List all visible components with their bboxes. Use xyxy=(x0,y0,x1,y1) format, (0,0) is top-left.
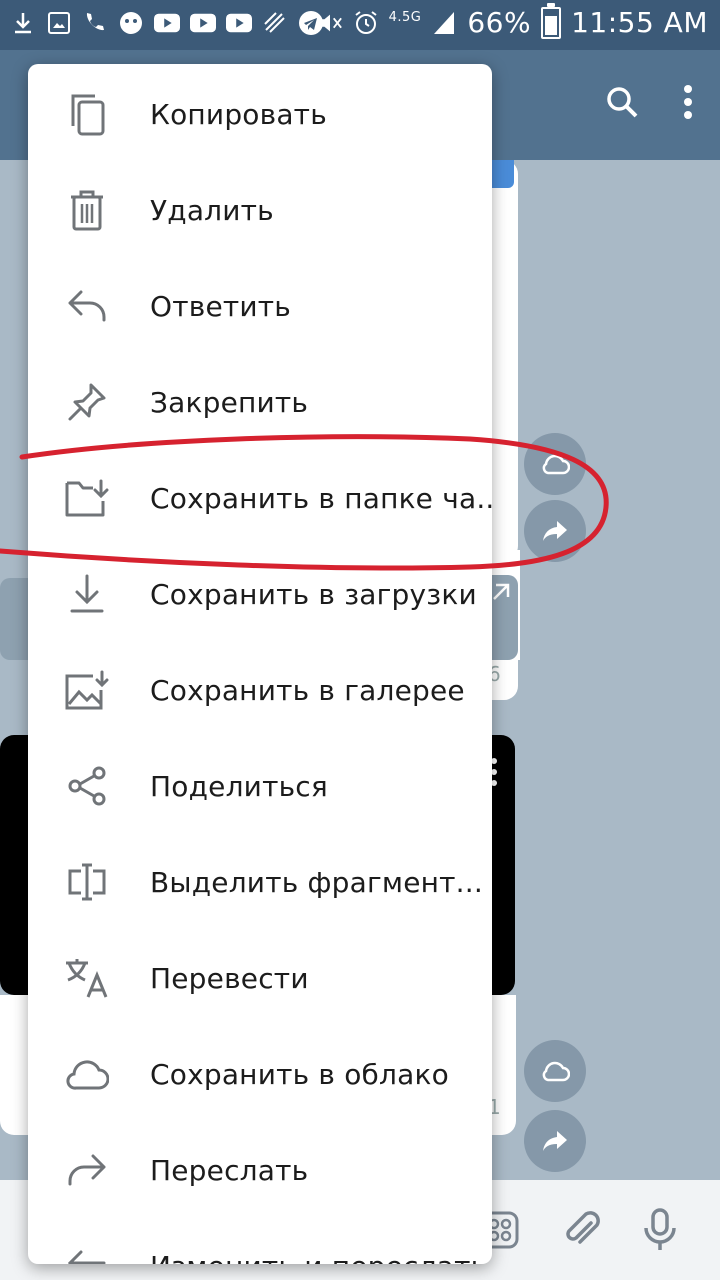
menu-item-translate[interactable]: Перевести xyxy=(28,930,492,1026)
save-cloud-button[interactable] xyxy=(524,1040,586,1102)
menu-item-label: Ответить xyxy=(150,289,291,323)
more-vertical-icon xyxy=(684,85,692,119)
menu-item-save-to-gallery[interactable]: Сохранить в галерее xyxy=(28,642,492,738)
shield-app-icon xyxy=(118,10,144,36)
image-notification-icon xyxy=(46,10,72,36)
menu-item-label: Удалить xyxy=(150,193,274,227)
pin-icon xyxy=(64,379,110,425)
microphone-icon xyxy=(644,1208,676,1250)
menu-item-label: Выделить фрагмент... xyxy=(150,865,483,899)
network-type: 4.5G xyxy=(388,10,422,25)
speed-icon xyxy=(262,10,288,36)
menu-item-label: Изменить и переслать xyxy=(150,1250,487,1265)
menu-item-delete[interactable]: Удалить xyxy=(28,162,492,258)
search-icon xyxy=(607,87,638,118)
message-bubble-edge xyxy=(0,995,28,1135)
video-message-edge xyxy=(0,735,28,995)
trash-icon xyxy=(64,187,110,233)
menu-item-reply[interactable]: Ответить xyxy=(28,258,492,354)
image-thumbnail xyxy=(490,160,514,188)
youtube-icon xyxy=(154,10,180,36)
voice-record-button[interactable] xyxy=(636,1206,684,1254)
alarm-icon xyxy=(353,10,379,36)
forward-arrow-icon xyxy=(543,1131,567,1151)
menu-item-label: Сохранить в загрузки xyxy=(150,577,477,611)
menu-item-share[interactable]: Поделиться xyxy=(28,738,492,834)
more-options-button[interactable] xyxy=(664,78,712,126)
menu-item-save-to-chat-folder[interactable]: Сохранить в папке ча... xyxy=(28,450,492,546)
cloud-icon xyxy=(542,454,570,475)
battery-percent: 66% xyxy=(467,6,532,39)
folder-download-icon xyxy=(64,475,110,521)
edit-forward-icon xyxy=(64,1243,110,1264)
menu-item-label: Сохранить в папке ча... xyxy=(150,481,492,515)
text-select-icon xyxy=(64,859,110,905)
save-cloud-button[interactable] xyxy=(524,433,586,495)
menu-item-label: Перевести xyxy=(150,961,309,995)
menu-item-label: Закрепить xyxy=(150,385,309,419)
forward-arrow-icon xyxy=(543,521,567,541)
paperclip-icon xyxy=(566,1211,600,1244)
download-icon xyxy=(64,571,110,617)
reply-icon xyxy=(64,283,110,329)
attach-button[interactable] xyxy=(558,1206,606,1254)
copy-icon xyxy=(64,91,110,137)
mute-icon xyxy=(317,10,343,36)
gallery-download-icon xyxy=(64,667,110,713)
translate-icon xyxy=(64,955,110,1001)
menu-item-save-to-downloads[interactable]: Сохранить в загрузки xyxy=(28,546,492,642)
wifi-call-icon xyxy=(82,10,108,36)
search-button[interactable] xyxy=(598,78,646,126)
youtube-icon xyxy=(226,10,252,36)
download-notification-icon xyxy=(10,10,36,36)
expand-icon xyxy=(493,583,510,600)
cloud-icon xyxy=(64,1051,110,1097)
menu-item-label: Поделиться xyxy=(150,769,328,803)
notification-icons xyxy=(10,10,324,36)
message-context-menu: Копировать Удалить Ответить Закрепить Со… xyxy=(28,64,492,1264)
system-indicators: 4.5G 66% 11:55 AM xyxy=(317,2,708,39)
menu-item-copy[interactable]: Копировать xyxy=(28,66,492,162)
signal-icon xyxy=(431,10,457,36)
menu-item-label: Переслать xyxy=(150,1153,309,1187)
battery-icon xyxy=(541,2,562,39)
media-message-edge xyxy=(0,578,28,660)
menu-item-select-text[interactable]: Выделить фрагмент... xyxy=(28,834,492,930)
share-forward-button[interactable] xyxy=(524,1110,586,1172)
youtube-icon xyxy=(190,10,216,36)
status-time: 11:55 AM xyxy=(571,6,708,39)
menu-item-edit-and-forward[interactable]: Изменить и переслать xyxy=(28,1218,492,1264)
menu-item-label: Сохранить в облако xyxy=(150,1057,449,1091)
share-icon xyxy=(64,763,110,809)
forward-icon xyxy=(64,1147,110,1193)
menu-item-label: Сохранить в галерее xyxy=(150,673,465,707)
cloud-icon xyxy=(542,1061,570,1082)
menu-item-save-to-cloud[interactable]: Сохранить в облако xyxy=(28,1026,492,1122)
menu-item-forward[interactable]: Переслать xyxy=(28,1122,492,1218)
status-bar: 4.5G 66% 11:55 AM xyxy=(0,0,720,50)
share-forward-button[interactable] xyxy=(524,500,586,562)
menu-item-pin[interactable]: Закрепить xyxy=(28,354,492,450)
menu-item-label: Копировать xyxy=(150,97,327,131)
